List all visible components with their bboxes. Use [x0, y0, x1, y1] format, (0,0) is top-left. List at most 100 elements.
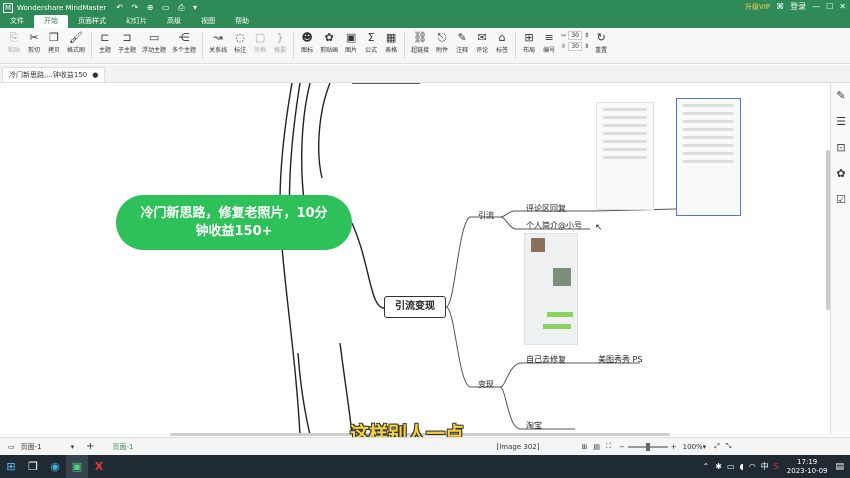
volume-icon[interactable]: ◖ [740, 462, 744, 471]
chat-line [683, 120, 734, 123]
zoom-slider-thumb[interactable] [645, 442, 650, 451]
selected-comment-screenshot-image[interactable] [676, 98, 741, 216]
zoom-level[interactable]: 100% [683, 443, 703, 451]
icon-panel-icon[interactable]: ✿ [831, 161, 850, 187]
layout-button[interactable]: ⊞ 布局 [522, 31, 536, 54]
branch-yinliu[interactable]: 引流 [478, 210, 494, 221]
pen-icon: ✎ [457, 31, 467, 44]
topic-profile-alt-account[interactable]: 个人简介@小号 [526, 220, 582, 231]
h-spacing-input[interactable]: 30 [568, 31, 583, 40]
menu-help[interactable]: 帮助 [225, 15, 259, 28]
comment-button[interactable]: ✉ 评论 [475, 31, 489, 54]
page-tab[interactable]: 页面-1 [113, 442, 134, 452]
topic-tools[interactable]: 美图秀秀 PS [598, 354, 642, 365]
vip-upgrade-button[interactable]: 升级VIP [745, 2, 770, 12]
windows-start-icon[interactable]: ⊞ [0, 455, 22, 478]
fullscreen-exit-icon[interactable]: ⤡ [726, 442, 732, 451]
picture-button[interactable]: ▣ 图片 [344, 31, 358, 54]
outline-panel-icon[interactable]: ☰ [831, 109, 850, 135]
share-icon[interactable]: ⌘ [776, 2, 784, 11]
menu-advanced[interactable]: 高级 [157, 15, 191, 28]
page-select[interactable]: 页面-1 [21, 442, 71, 452]
topic-button[interactable]: ⊏ 主题 [98, 31, 112, 54]
divider [293, 32, 295, 60]
zoom-in-button[interactable]: + [671, 443, 677, 451]
relationship-button[interactable]: ↝ 关系线 [209, 31, 227, 54]
task-view-icon[interactable]: ❐ [22, 455, 44, 478]
callout-button[interactable]: ◌ 标注 [233, 31, 247, 54]
v-spacing-stepper-icon[interactable]: ⇕ [584, 43, 589, 50]
hyperlink-button[interactable]: ⛓ 超链接 [411, 31, 429, 54]
table-button[interactable]: ▦ 表格 [384, 31, 398, 54]
document-tab[interactable]: 冷门新思路,...钟收益150 ● [2, 67, 106, 82]
tag-icon: ⌂ [498, 31, 506, 44]
add-page-button[interactable]: + [86, 441, 94, 452]
topic-icon: ⊏ [100, 31, 110, 44]
menu-start[interactable]: 开始 [34, 15, 68, 28]
fit-window-icon[interactable]: ⤢ [714, 442, 720, 451]
network-icon[interactable]: ▭ [727, 462, 735, 471]
subtopic-button[interactable]: ⊐ 子主题 [118, 31, 136, 54]
v-spacing-input[interactable]: 30 [568, 42, 583, 51]
clipart-button[interactable]: ✿ 剪贴画 [320, 31, 338, 54]
page-dropdown-icon[interactable]: ▾ [71, 443, 75, 451]
multiple-topics-button[interactable]: ⋲ 多个主题 [172, 31, 196, 54]
mindmap-canvas[interactable]: 冷门新思路，修复老照片，10分钟收益150+ 引流变现 引流 变现 评论区回复 … [0, 83, 830, 435]
notification-icon[interactable]: ▤ [835, 462, 844, 472]
boundary-button[interactable]: ▢ 外框 [253, 31, 267, 54]
wifi-icon[interactable]: ◠ [749, 462, 756, 471]
edge-browser-icon[interactable]: ◉ [44, 455, 66, 478]
format-painter-button[interactable]: 🖌 格式刷 [67, 31, 85, 54]
menu-view[interactable]: 视图 [191, 15, 225, 28]
formula-button[interactable]: Σ 公式 [364, 31, 378, 54]
chat-screenshot-image[interactable] [524, 233, 578, 345]
topic-taobao[interactable]: 淘宝 [526, 420, 542, 431]
floating-topic-button[interactable]: ▭ 浮动主题 [142, 31, 166, 54]
zoom-slider[interactable] [627, 442, 668, 451]
comment-screenshot-image[interactable] [596, 102, 654, 210]
attachment-button[interactable]: ⎋ 附件 [435, 31, 449, 54]
page-list-icon[interactable]: ▭ [8, 443, 15, 451]
note-button[interactable]: ✎ 注释 [455, 31, 469, 54]
fullscreen-icon[interactable]: ⛶ [606, 442, 611, 451]
topic-self-repair[interactable]: 自己去修复 [526, 354, 566, 365]
quick-access-toolbar[interactable]: ↶ ↷ ⊕ ▭ ⎙ ▾ [116, 3, 200, 13]
bluetooth-icon[interactable]: ✱ [715, 462, 722, 471]
tag-button[interactable]: ⌂ 标签 [495, 31, 509, 54]
icon-button[interactable]: ☻ 图标 [300, 31, 314, 54]
close-button[interactable]: ✕ [839, 2, 846, 11]
clock[interactable]: 17:19 2023-10-09 [787, 458, 828, 476]
menu-slides[interactable]: 幻灯片 [116, 15, 157, 28]
ime-app-icon[interactable]: S [774, 462, 779, 471]
cut-button[interactable]: ✂ 剪切 [27, 31, 41, 54]
summary-button[interactable]: } 概要 [273, 31, 287, 54]
login-button[interactable]: 登录 [790, 1, 806, 12]
style-panel-icon[interactable]: ✎ [831, 83, 850, 109]
present-icon[interactable]: ▤ [593, 443, 600, 451]
minimize-button[interactable]: — [812, 2, 820, 11]
central-topic[interactable]: 冷门新思路，修复老照片，10分钟收益150+ [116, 195, 352, 250]
zoom-dropdown-icon[interactable]: ▾ [703, 443, 707, 451]
recorder-app-icon[interactable]: X [88, 455, 110, 478]
format-panel-icon[interactable]: ⊡ [831, 135, 850, 161]
reset-button[interactable]: ↻ 重置 [594, 31, 608, 54]
branch-bianxian[interactable]: 变现 [478, 379, 494, 390]
fit-page-icon[interactable]: ⊞ [582, 443, 588, 451]
chat-line [603, 124, 647, 127]
menu-file[interactable]: 文件 [0, 15, 34, 28]
main-topic-yinliu-bianxian[interactable]: 引流变现 [384, 296, 446, 318]
topic-comment-reply[interactable]: 评论区回复 [526, 203, 566, 214]
app-title: Wondershare MindMaster [17, 3, 107, 12]
paste-button[interactable]: ⎘ 粘贴 [7, 31, 21, 54]
menu-page-style[interactable]: 页面样式 [68, 15, 116, 28]
tab-close-icon[interactable]: ● [92, 71, 98, 79]
tray-expand-icon[interactable]: ⌃ [703, 462, 710, 471]
zoom-out-button[interactable]: − [619, 443, 625, 451]
numbering-button[interactable]: ≡ 编号 [542, 31, 556, 54]
h-spacing-stepper-icon[interactable]: ⇕ [584, 32, 589, 39]
maximize-button[interactable]: ☐ [826, 2, 833, 11]
ime-indicator[interactable]: 中 [761, 461, 769, 472]
task-panel-icon[interactable]: ☑ [831, 187, 850, 213]
mindmaster-taskbar-icon[interactable]: ▣ [66, 455, 88, 478]
copy-button[interactable]: ❐ 拷贝 [47, 31, 61, 54]
